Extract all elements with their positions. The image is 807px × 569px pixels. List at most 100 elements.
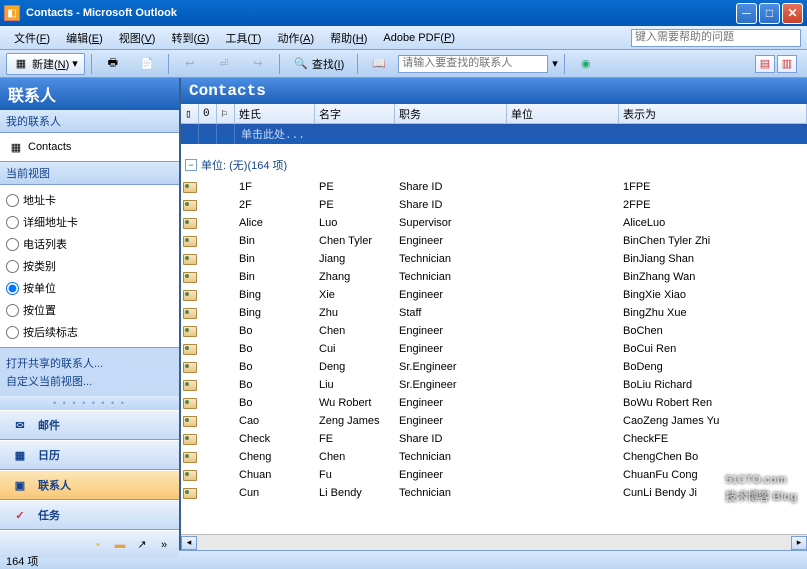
nav-mail-button[interactable]: ✉ 邮件: [0, 410, 179, 440]
contact-row[interactable]: BoCuiEngineerBoCui Ren: [181, 340, 807, 358]
help-button[interactable]: ◉: [571, 53, 601, 75]
view-option-5[interactable]: 按位置: [6, 299, 173, 321]
cell-firstname: Jiang: [315, 252, 395, 266]
grid-body[interactable]: − 单位: (无)(164 项) 1FPEShare ID1FPE2FPESha…: [181, 144, 807, 534]
menu-actions[interactable]: 动作(A): [269, 27, 322, 49]
cell-company: [507, 366, 619, 368]
menu-goto[interactable]: 转到(G): [163, 27, 217, 49]
address-book-button[interactable]: 📖: [364, 53, 394, 75]
contact-row[interactable]: BoLiuSr.EngineerBoLiu Richard: [181, 376, 807, 394]
menubar: 文件(F) 编辑(E) 视图(V) 转到(G) 工具(T) 动作(A) 帮助(H…: [0, 26, 807, 50]
contact-row[interactable]: ChengChenTechnicianChengChen Bo: [181, 448, 807, 466]
pdf-export-button[interactable]: ▤: [755, 55, 775, 73]
forward-button[interactable]: ↪: [243, 53, 273, 75]
cell-lastname: Bo: [235, 396, 315, 410]
contact-row[interactable]: 1FPEShare ID1FPE: [181, 178, 807, 196]
contact-row[interactable]: BoChenEngineerBoChen: [181, 322, 807, 340]
help-search-box[interactable]: [631, 29, 801, 47]
col-jobtitle[interactable]: 职务: [395, 104, 507, 123]
view-option-4[interactable]: 按单位: [6, 277, 173, 299]
shortcuts-icon[interactable]: ↗: [133, 536, 151, 554]
contact-row[interactable]: AliceLuoSupervisorAliceLuo: [181, 214, 807, 232]
collapse-icon[interactable]: −: [185, 159, 197, 171]
contact-row[interactable]: BingZhuStaffBingZhu Xue: [181, 304, 807, 322]
print-button[interactable]: 🖶: [98, 53, 128, 75]
contact-card-icon: [181, 398, 199, 409]
contact-search-input[interactable]: [399, 56, 547, 70]
new-item-row[interactable]: 单击此处...: [181, 124, 807, 144]
open-shared-contacts-link[interactable]: 打开共享的联系人...: [6, 354, 173, 372]
customize-view-link[interactable]: 自定义当前视图...: [6, 372, 173, 390]
find-icon: 🔍: [293, 56, 309, 72]
view-option-1[interactable]: 详细地址卡: [6, 211, 173, 233]
menu-file[interactable]: 文件(F): [6, 27, 58, 49]
view-radio[interactable]: [6, 282, 19, 295]
view-option-0[interactable]: 地址卡: [6, 189, 173, 211]
contact-row[interactable]: BinChen TylerEngineerBinChen Tyler Zhi: [181, 232, 807, 250]
view-radio[interactable]: [6, 238, 19, 251]
view-option-2[interactable]: 电话列表: [6, 233, 173, 255]
menu-edit[interactable]: 编辑(E): [58, 27, 111, 49]
menu-view[interactable]: 视图(V): [111, 27, 164, 49]
find-button[interactable]: 🔍 查找(I): [286, 53, 351, 75]
contact-row[interactable]: BinZhangTechnicianBinZhang Wan: [181, 268, 807, 286]
close-button[interactable]: ✕: [782, 3, 803, 24]
reply-all-button[interactable]: ⏎: [209, 53, 239, 75]
menu-tools[interactable]: 工具(T): [217, 27, 269, 49]
nav-calendar-button[interactable]: ▦ 日历: [0, 440, 179, 470]
print-preview-button[interactable]: 📄: [132, 53, 162, 75]
notes-icon[interactable]: ▪: [89, 536, 107, 554]
scroll-left-button[interactable]: ◂: [181, 536, 197, 550]
col-company[interactable]: 单位: [507, 104, 619, 123]
contact-row[interactable]: CunLi BendyTechnicianCunLi Bendy Ji: [181, 484, 807, 502]
col-displayas[interactable]: 表示为: [619, 104, 807, 123]
cell-jobtitle: Engineer: [395, 234, 507, 248]
folder-icon[interactable]: ▬: [111, 536, 129, 554]
help-search-input[interactable]: [632, 30, 800, 44]
contact-card-icon: [181, 470, 199, 481]
contact-card-icon: [181, 272, 199, 283]
pdf-attach-button[interactable]: ▥: [777, 55, 797, 73]
menu-help[interactable]: 帮助(H): [322, 27, 375, 49]
col-lastname[interactable]: 姓氏: [235, 104, 315, 123]
contact-row[interactable]: BinJiangTechnicianBinJiang Shan: [181, 250, 807, 268]
contact-row[interactable]: CheckFEShare IDCheckFE: [181, 430, 807, 448]
view-radio[interactable]: [6, 304, 19, 317]
scroll-right-button[interactable]: ▸: [791, 536, 807, 550]
group-row[interactable]: − 单位: (无)(164 项): [181, 152, 807, 178]
cell-displayas: BinZhang Wan: [619, 270, 807, 284]
view-radio[interactable]: [6, 194, 19, 207]
horizontal-scrollbar[interactable]: ◂ ▸: [181, 534, 807, 550]
contacts-folder[interactable]: ▦ Contacts: [6, 137, 173, 157]
view-radio[interactable]: [6, 216, 19, 229]
minimize-button[interactable]: ─: [736, 3, 757, 24]
contact-row[interactable]: 2FPEShare ID2FPE: [181, 196, 807, 214]
contact-search-box[interactable]: [398, 55, 548, 73]
nav-contacts-button[interactable]: ▣ 联系人: [0, 470, 179, 500]
reply-button[interactable]: ↩: [175, 53, 205, 75]
cell-lastname: Alice: [235, 216, 315, 230]
view-radio[interactable]: [6, 326, 19, 339]
search-dropdown-icon[interactable]: ▾: [552, 57, 558, 70]
contact-row[interactable]: BoDengSr.EngineerBoDeng: [181, 358, 807, 376]
col-icon[interactable]: ▯: [181, 104, 199, 123]
contact-row[interactable]: ChuanFuEngineerChuanFu Cong: [181, 466, 807, 484]
forward-icon: ↪: [250, 56, 266, 72]
view-radio[interactable]: [6, 260, 19, 273]
maximize-button[interactable]: □: [759, 3, 780, 24]
col-attach[interactable]: ⚐: [217, 104, 235, 123]
cell-company: [507, 240, 619, 242]
configure-buttons-icon[interactable]: »: [155, 536, 173, 554]
new-button[interactable]: ▦ 新建(N) ▾: [6, 53, 85, 75]
col-flag[interactable]: 0: [199, 104, 217, 123]
menu-adobe-pdf[interactable]: Adobe PDF(P): [375, 29, 463, 47]
contact-row[interactable]: CaoZeng JamesEngineerCaoZeng James Yu: [181, 412, 807, 430]
col-firstname[interactable]: 名字: [315, 104, 395, 123]
nav-gripper[interactable]: • • • • • • • •: [0, 396, 179, 410]
cell-jobtitle: Technician: [395, 252, 507, 266]
nav-tasks-button[interactable]: ✓ 任务: [0, 500, 179, 530]
contact-row[interactable]: BoWu RobertEngineerBoWu Robert Ren: [181, 394, 807, 412]
view-option-6[interactable]: 按后续标志: [6, 321, 173, 343]
contact-row[interactable]: BingXieEngineerBingXie Xiao: [181, 286, 807, 304]
view-option-3[interactable]: 按类别: [6, 255, 173, 277]
